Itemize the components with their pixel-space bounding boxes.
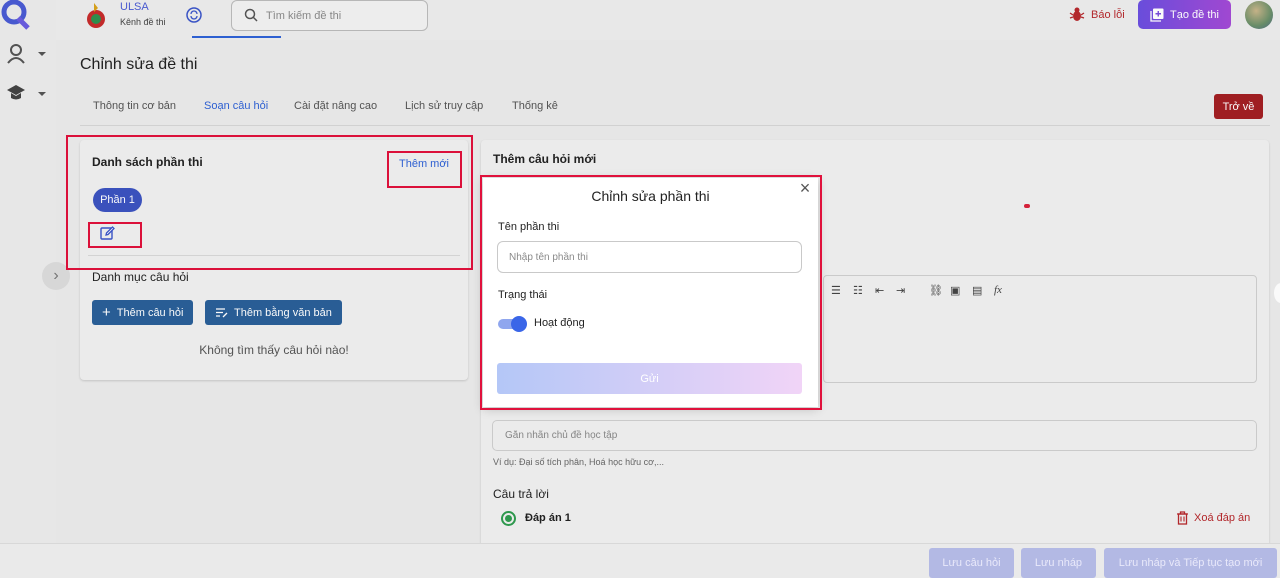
section-name-input[interactable] [497, 241, 802, 273]
status-label: Trạng thái [498, 289, 548, 301]
close-icon[interactable]: × [797, 179, 813, 197]
modal-title: Chỉnh sửa phần thi [591, 188, 710, 204]
section-name-label: Tên phần thi [498, 221, 560, 233]
status-toggle[interactable] [498, 316, 528, 332]
status-value: Hoạt động [534, 317, 585, 329]
submit-button[interactable]: Gửi [497, 363, 802, 394]
toggle-knob [511, 316, 527, 332]
